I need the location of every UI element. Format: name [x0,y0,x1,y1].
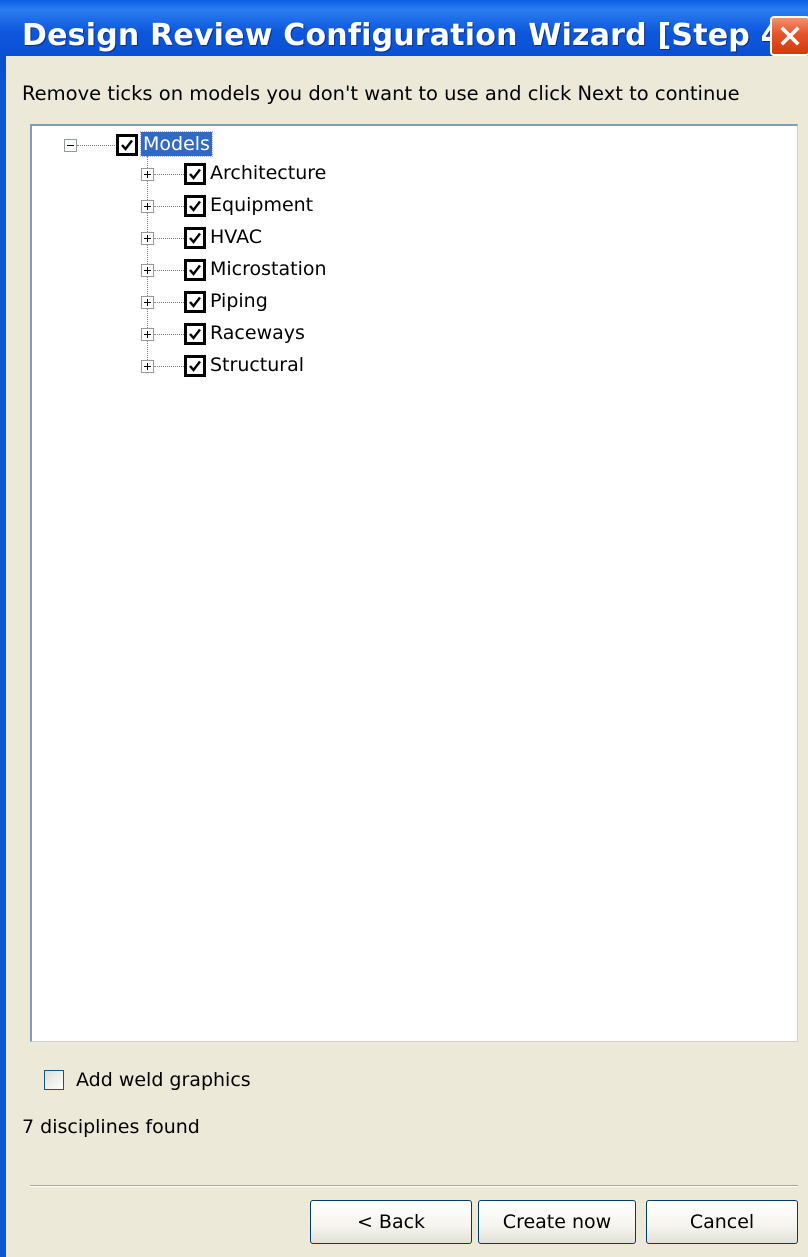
status-text: 7 disciplines found [22,1116,200,1138]
checkmark-icon [189,232,201,244]
tree-connector [154,238,184,239]
tree-item-microstation[interactable]: Microstation [210,257,327,281]
instruction-text: Remove ticks on models you don't want to… [22,82,740,105]
close-button[interactable] [770,16,808,56]
window-title: Design Review Configuration Wizard [Step… [22,18,796,53]
collapse-models-icon[interactable] [64,139,77,152]
checkmark-icon [189,360,201,372]
architecture-checkbox[interactable] [184,163,206,185]
hvac-checkbox[interactable] [184,227,206,249]
back-button[interactable]: < Back [310,1200,472,1244]
tree-item-architecture[interactable]: Architecture [210,161,326,185]
tree-connector [154,302,184,303]
raceways-checkbox[interactable] [184,323,206,345]
structural-checkbox[interactable] [184,355,206,377]
checkmark-icon [189,296,201,308]
wizard-window: Design Review Configuration Wizard [Step… [0,0,808,1257]
tree-connector [77,145,115,146]
checkmark-icon [189,168,201,180]
checkmark-icon [189,328,201,340]
tree-item-raceways[interactable]: Raceways [210,321,305,345]
microstation-checkbox[interactable] [184,259,206,281]
create-now-button[interactable]: Create now [478,1200,636,1244]
tree-item-piping[interactable]: Piping [210,289,268,313]
tree-connector [154,334,184,335]
expand-raceways-icon[interactable] [141,328,154,341]
tree-connector [154,206,184,207]
checkmark-icon [189,264,201,276]
add-weld-graphics-checkbox[interactable] [44,1070,64,1090]
tree-item-structural[interactable]: Structural [210,353,304,377]
models-label[interactable]: Models [140,131,213,157]
tree-item-hvac[interactable]: HVAC [210,225,262,249]
tree-item-equipment[interactable]: Equipment [210,193,313,217]
expand-piping-icon[interactable] [141,296,154,309]
piping-checkbox[interactable] [184,291,206,313]
add-weld-graphics-label[interactable]: Add weld graphics [76,1069,251,1091]
expand-architecture-icon[interactable] [141,168,154,181]
checkmark-icon [121,139,133,151]
equipment-checkbox[interactable] [184,195,206,217]
expand-equipment-icon[interactable] [141,200,154,213]
tree-connector [154,270,184,271]
checkmark-icon [189,200,201,212]
models-tree[interactable]: Models Architecture Equipment HVAC Microsta… [30,124,798,1042]
expand-hvac-icon[interactable] [141,232,154,245]
expand-microstation-icon[interactable] [141,264,154,277]
tree-connector [154,366,184,367]
separator-line [30,1185,798,1187]
cancel-button[interactable]: Cancel [646,1200,798,1244]
models-checkbox[interactable] [116,134,138,156]
close-x-icon [780,26,800,46]
tree-connector [154,174,184,175]
expand-structural-icon[interactable] [141,360,154,373]
